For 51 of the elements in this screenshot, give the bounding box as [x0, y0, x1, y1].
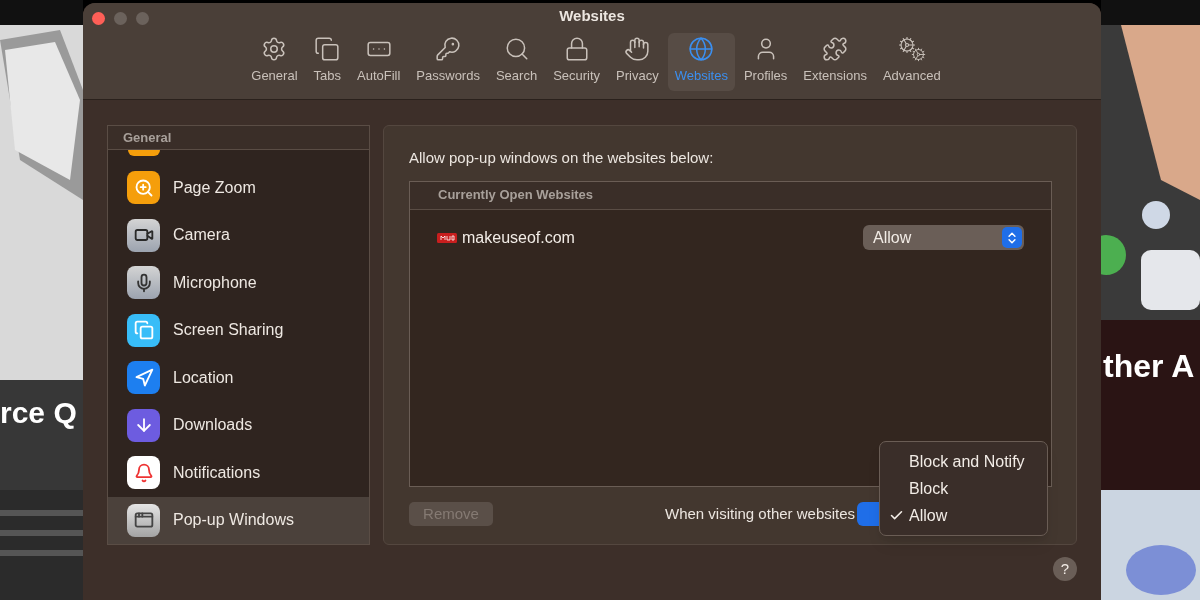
- toolbar-tab[interactable]: AutoFill: [350, 33, 408, 91]
- toolbar-tab[interactable]: Passwords: [409, 33, 487, 91]
- column-header: Currently Open Websites: [438, 186, 594, 205]
- headline-text: ther A: [1103, 350, 1195, 382]
- zoom-button[interactable]: [136, 12, 149, 25]
- sidebar-item[interactable]: Location: [108, 354, 369, 402]
- toolbar-tab[interactable]: General: [244, 33, 305, 91]
- menu-item[interactable]: Block and Notify: [880, 448, 1047, 475]
- puzzle-icon: [822, 36, 849, 62]
- menu-item[interactable]: Block: [880, 475, 1047, 502]
- key-icon: [435, 36, 462, 62]
- windows-icon: [127, 503, 160, 537]
- toolbar-tab[interactable]: Search: [488, 33, 545, 91]
- other-websites-label: When visiting other websites: [665, 503, 856, 524]
- lock-icon: [563, 36, 590, 62]
- stepper-icon: [1002, 227, 1022, 248]
- toolbar-tab[interactable]: Privacy: [609, 33, 666, 91]
- microphone-icon: [127, 266, 160, 300]
- menu-item[interactable]: Allow: [880, 502, 1047, 529]
- site-favicon-icon: [437, 232, 457, 243]
- sidebar-header: General: [123, 128, 172, 147]
- download-icon: [127, 408, 160, 442]
- toolbar-tab[interactable]: Advanced: [875, 33, 948, 91]
- globe-icon: [688, 36, 715, 62]
- toolbar-tab[interactable]: Security: [546, 33, 608, 91]
- sidebar-item[interactable]: Camera: [108, 211, 369, 259]
- sidebar-item[interactable]: Downloads: [108, 401, 369, 449]
- windows-icon: [127, 313, 160, 347]
- sidebar-item[interactable]: Notifications: [108, 449, 369, 497]
- permission-select[interactable]: Allow: [863, 225, 1024, 250]
- gear-icon: [261, 36, 288, 62]
- sidebar-item[interactable]: Screen Sharing: [108, 306, 369, 354]
- sidebar-item[interactable]: Pop-up Windows: [108, 496, 369, 544]
- tabs-icon: [314, 36, 341, 62]
- site-name: makeuseof.com: [462, 227, 575, 248]
- minimize-button[interactable]: [114, 12, 127, 25]
- window-title: Websites: [559, 6, 625, 27]
- sidebar-item[interactable]: Page Zoom: [108, 164, 369, 212]
- magnifier-icon: [127, 171, 160, 205]
- video-camera-icon: [127, 218, 160, 252]
- caption-text: Allow pop-up windows on the websites below:: [409, 148, 715, 168]
- bell-icon: [127, 456, 160, 490]
- sidebar-item[interactable]: Microphone: [108, 259, 369, 307]
- toolbar-tab[interactable]: Profiles: [736, 33, 795, 91]
- hand-icon: [624, 36, 651, 62]
- toolbar-tab[interactable]: Extensions: [796, 33, 874, 91]
- gears-icon: [897, 36, 926, 62]
- headline-text: rce Q: [0, 398, 77, 428]
- close-button[interactable]: [92, 12, 105, 25]
- toolbar-tab[interactable]: Tabs: [306, 33, 348, 91]
- help-button[interactable]: ?: [1053, 557, 1077, 581]
